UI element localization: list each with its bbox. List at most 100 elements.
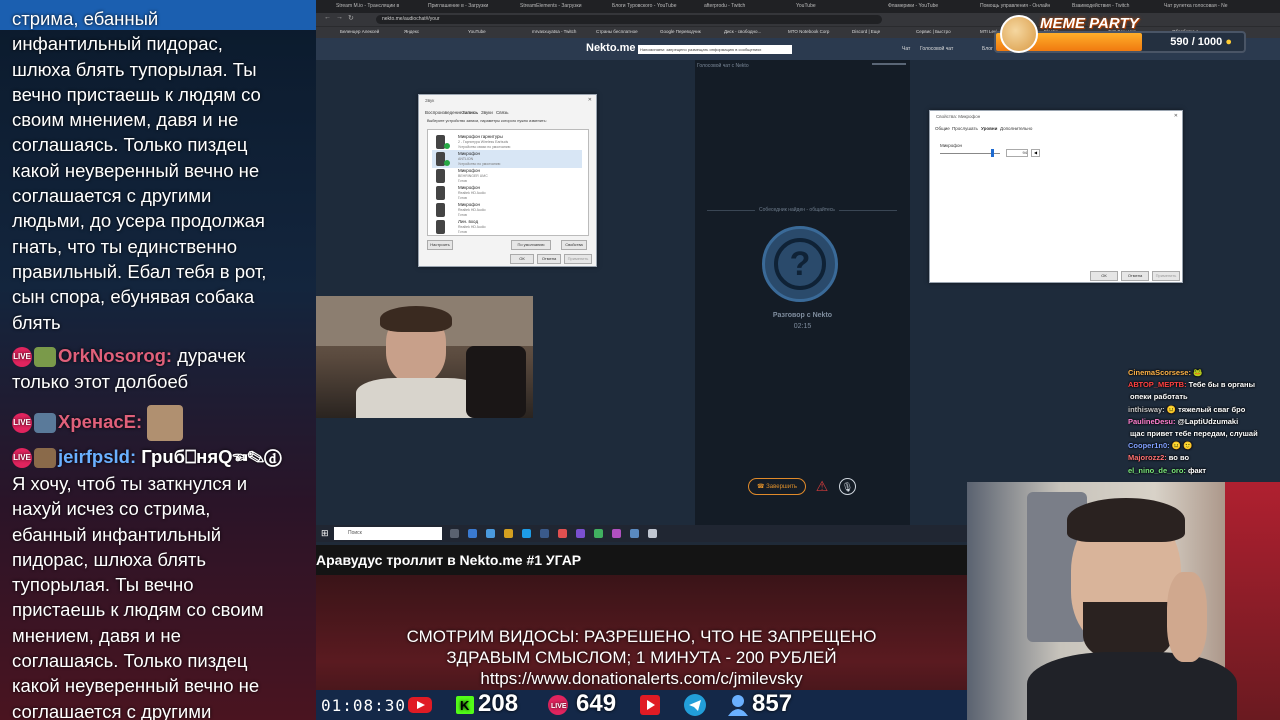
conversation-timer: 02:15 (793, 323, 812, 330)
tab-recording[interactable]: Запись (462, 110, 478, 115)
device-row[interactable]: Микрофон Realtek HD Audio Готов (432, 201, 582, 219)
url-input[interactable]: nekto.me/audiochat#/your (376, 15, 882, 24)
edge-icon[interactable] (468, 529, 477, 538)
bookmark-item[interactable]: Беленцер Алексей (340, 29, 379, 34)
chat-username: PaulineDesu: (1128, 416, 1176, 426)
browser-tab[interactable]: StreamElements - Загрузки (520, 0, 606, 12)
volume-slider[interactable] (872, 63, 906, 65)
bookmark-item[interactable]: mrvasxuyatsa - Twitch (532, 29, 576, 34)
tab-communications[interactable]: Связь (496, 110, 508, 115)
bookmark-item[interactable]: YouTube (468, 29, 486, 34)
panel-title: Голосовой чат с Nekto (695, 63, 910, 73)
user-emote-icon (34, 448, 56, 469)
device-row[interactable]: Лин. вход Realtek HD Audio Готов (432, 218, 582, 236)
obs-icon[interactable] (612, 529, 621, 538)
bookmark-item[interactable]: Страны бесплатное (596, 29, 638, 34)
chat-text-line: сын спора, ебунявая собака (12, 286, 255, 308)
sound-dialog: Звук ✕ Воспроизведение Запись Звуки Связ… (418, 94, 597, 267)
ok-button[interactable]: ОК (510, 254, 534, 264)
tab-advanced[interactable]: Дополнительно (1000, 126, 1032, 131)
windows-taskbar: ⊞ Поиск (316, 525, 967, 542)
browser-tab[interactable]: afterprodu - Twitch (704, 0, 790, 12)
nekto-notice: Напоминаем: запрещено размещать информац… (638, 45, 792, 54)
live-badge: LIVE (12, 413, 32, 433)
device-row[interactable]: Микрофон Realtek HD Audio Готов (432, 184, 582, 202)
device-row[interactable]: Микрофон ANTLION Устройство по умолчанию (432, 150, 582, 168)
apply-button[interactable]: Применить (1152, 271, 1180, 281)
browser-tab[interactable]: Блоги Туровского - YouTube (612, 0, 698, 12)
level-slider-thumb[interactable] (991, 149, 994, 157)
close-icon[interactable]: ✕ (588, 97, 592, 103)
chat-text: 🐸 (1192, 368, 1203, 377)
bookmark-item[interactable]: Диск - свободно... (724, 29, 761, 34)
device-row[interactable]: Микрофон гарнитуры 2 - Гарнитура Wireless… (432, 133, 582, 151)
tab-playback[interactable]: Воспроизведение (425, 110, 462, 115)
tab-general[interactable]: Общие (935, 126, 950, 131)
reload-icon[interactable]: ↻ (348, 14, 354, 22)
device-row[interactable]: Микрофон BEHRINGER UMC Готов (432, 167, 582, 185)
chat-overlay: стрима, ебанный инфантильный пидорас, шлюх… (0, 0, 316, 720)
cancel-button[interactable]: Отмена (1121, 271, 1149, 281)
windows-start-icon[interactable]: ⊞ (321, 528, 329, 539)
kick-stat: K 208 (456, 690, 518, 720)
forward-icon[interactable]: → (336, 14, 343, 21)
browser-tab[interactable]: Помощь управления - Онлайн (980, 0, 1066, 12)
browser-tab[interactable]: Взаимодействия - Twitch (1072, 0, 1158, 12)
browser-tab[interactable]: YouTube (796, 0, 882, 12)
voice-chat-panel: Голосовой чат с Nekto Собеседник найден … (695, 60, 910, 525)
properties-button[interactable]: Свойства (561, 240, 587, 250)
browser-tab[interactable]: Фламерики - YouTube (888, 0, 974, 12)
microphone-icon (436, 169, 445, 183)
steam-icon[interactable] (486, 529, 495, 538)
bookmark-item[interactable]: MTO Notebook Corp (788, 29, 829, 34)
configure-button[interactable]: Настроить (427, 240, 453, 250)
device-list[interactable]: Микрофон гарнитуры 2 - Гарнитура Wireless… (427, 129, 589, 236)
tab-listen[interactable]: Прослушать (952, 126, 978, 131)
bookmark-item[interactable]: Discord | Еще (852, 29, 880, 34)
chat-username: OrkNosorog: (58, 345, 173, 366)
apply-button[interactable]: Применить (564, 254, 592, 264)
app-icon[interactable] (648, 529, 657, 538)
nav-voice-chat[interactable]: Голосовой чат (920, 46, 953, 52)
microphone-icon (436, 220, 445, 234)
bookmark-item[interactable]: Google Переводчик (660, 29, 701, 34)
task-view-icon[interactable] (450, 529, 459, 538)
browser-tab[interactable]: Приглашение в - Загрузки (428, 0, 514, 12)
discord-icon[interactable] (576, 529, 585, 538)
tab-sounds[interactable]: Звуки (481, 110, 493, 115)
nekto-logo[interactable]: Nekto.me (586, 42, 636, 54)
meme-counter: 590 / 1000 ● (1170, 36, 1232, 48)
cancel-button[interactable]: Отмена (537, 254, 561, 264)
telegram-icon[interactable] (522, 529, 531, 538)
tab-levels[interactable]: Уровни (981, 126, 997, 131)
chat-text-line: ебанный инфантильный (12, 523, 222, 545)
bookmark-item[interactable]: Сервис | Быстро (916, 29, 951, 34)
end-call-button[interactable]: ☎ Завершить (748, 478, 806, 495)
ok-button[interactable]: ОК (1090, 271, 1118, 281)
level-value-input[interactable]: 94 (1006, 149, 1028, 157)
bookmark-item[interactable]: Яндекс (404, 29, 419, 34)
explorer-icon[interactable] (504, 529, 513, 538)
app-icon[interactable] (594, 529, 603, 538)
donation-link[interactable]: https://www.donationalerts.com/c/jmilevs… (316, 668, 967, 689)
back-icon[interactable]: ← (324, 14, 331, 21)
nav-chat[interactable]: Чат (902, 46, 910, 52)
taskbar-search-input[interactable]: Поиск (334, 527, 442, 540)
microphone-icon[interactable]: 🎙 (839, 478, 856, 495)
question-icon: ? (774, 238, 826, 290)
chrome-icon[interactable] (558, 529, 567, 538)
chat-text: 😐 тяжелый сваг бро (1166, 404, 1246, 414)
browser-tab[interactable]: Stream M.io - Трансляции в (336, 0, 422, 12)
dialog-title: Звук (425, 98, 435, 103)
mic-properties-dialog: Свойства: Микрофон ✕ Общие Прослушать Ур… (929, 110, 1183, 283)
speaker-icon[interactable]: ◀ (1031, 149, 1040, 157)
close-icon[interactable]: ✕ (1174, 113, 1178, 119)
set-default-button[interactable]: По умолчанию (511, 240, 551, 250)
stats-bar: 01:08:30 K 208 LIVE 649 857 (316, 690, 967, 720)
app-icon[interactable] (540, 529, 549, 538)
vk-live-stat: LIVE 649 (548, 690, 616, 720)
report-warning-icon[interactable]: ⚠ (814, 478, 830, 494)
user-emote-icon (34, 347, 56, 368)
browser-tab[interactable]: Чат рулетка голосовая - Ne (1164, 0, 1250, 12)
app-icon[interactable] (630, 529, 639, 538)
